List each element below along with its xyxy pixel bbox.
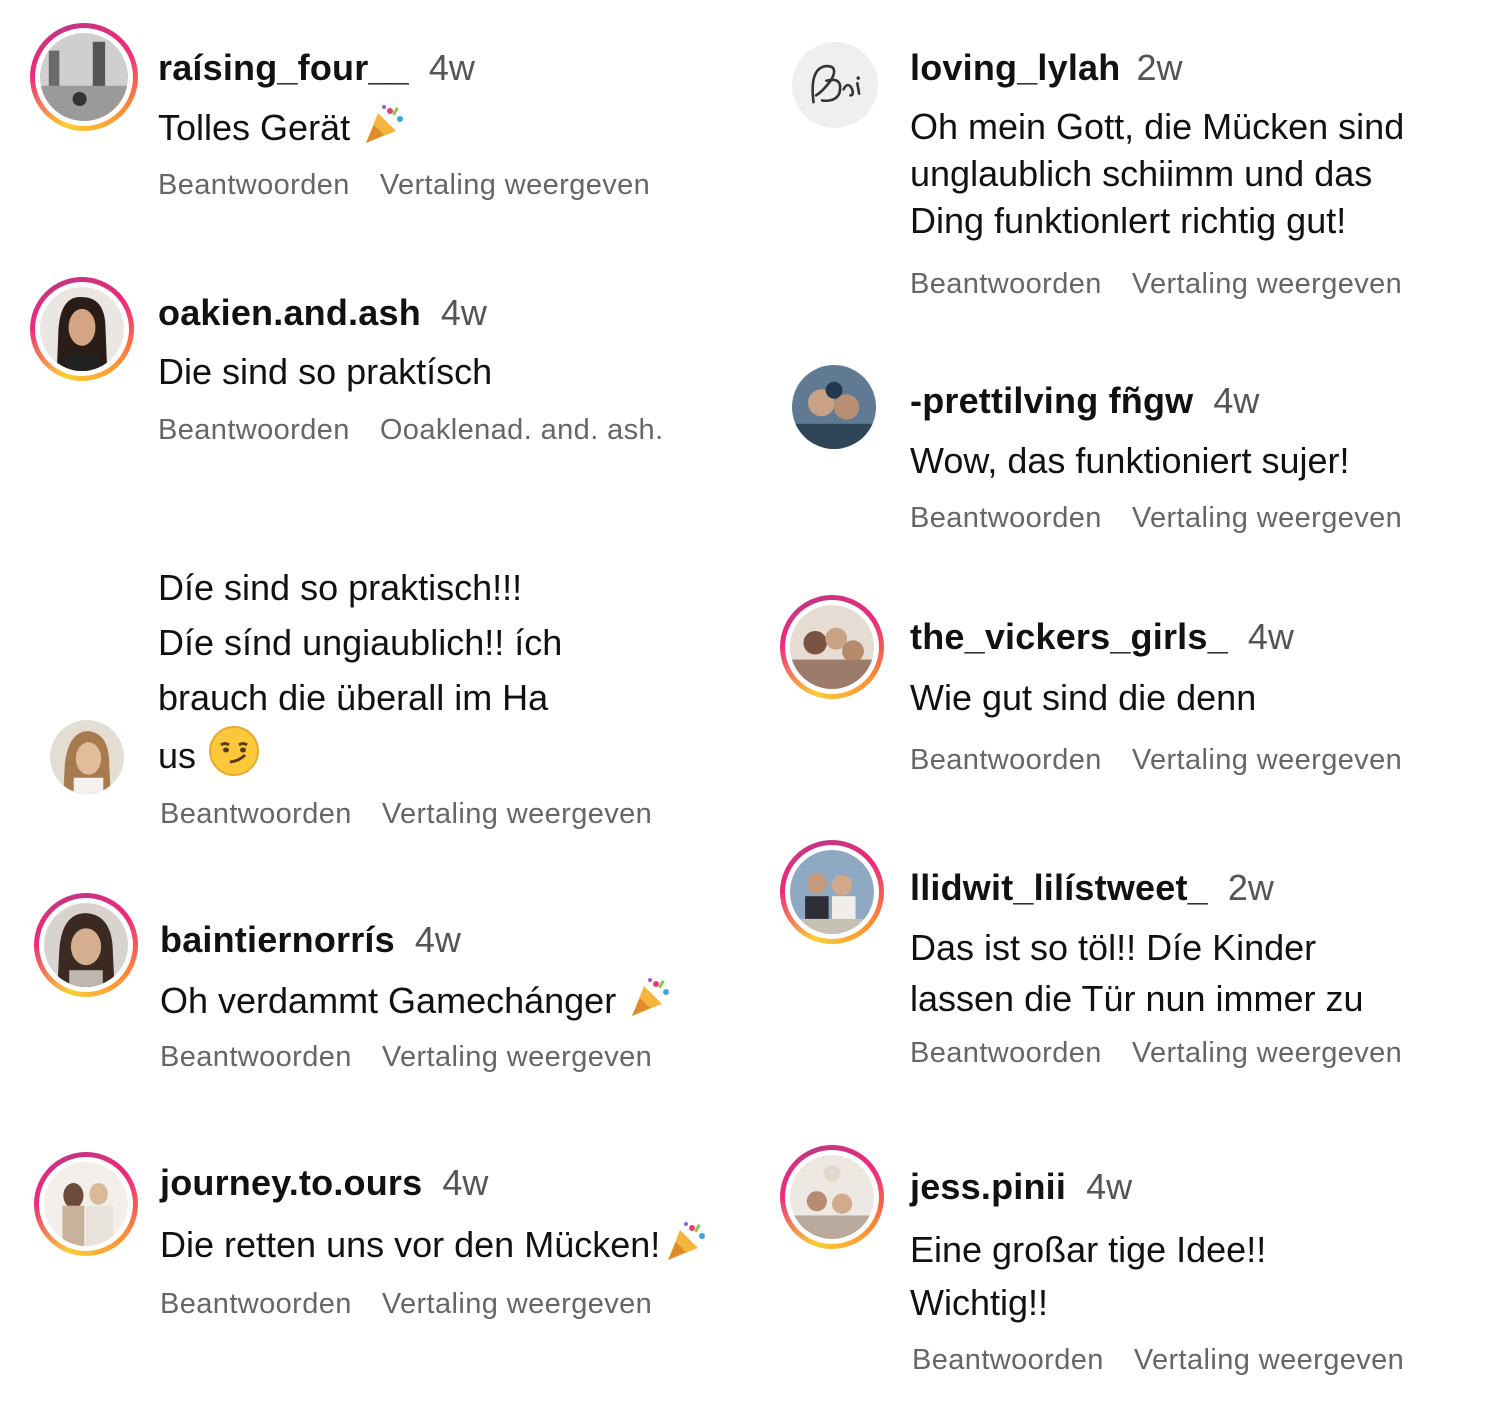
story-ring[interactable]: [30, 277, 134, 381]
reply-button[interactable]: Beantwoorden: [158, 413, 350, 447]
smirking-face-icon: [208, 725, 260, 792]
comment-text: Tolles Gerät: [158, 103, 406, 158]
timestamp: 4w: [414, 919, 461, 960]
comment-actions: Beantwoorden Vertaling weergeven: [910, 743, 1402, 777]
timestamp: 4w: [1213, 380, 1260, 421]
story-ring[interactable]: [30, 23, 138, 131]
avatar[interactable]: [792, 365, 876, 449]
timestamp: 4w: [440, 292, 487, 333]
avatar[interactable]: [44, 903, 128, 987]
story-ring[interactable]: [780, 595, 884, 699]
party-popper-icon: [664, 1220, 708, 1275]
party-popper-icon: [628, 976, 672, 1031]
reply-button[interactable]: Beantwoorden: [910, 743, 1102, 777]
comment-actions: Beantwoorden Vertaling weergeven: [160, 1287, 652, 1321]
reply-button[interactable]: Beantwoorden: [910, 267, 1102, 301]
see-translation-button[interactable]: Vertaling weergeven: [382, 1287, 652, 1321]
comment-actions: Beantwoorden Vertaling weergeven: [158, 168, 650, 202]
comment-text: Das ist so töl!! Díe Kinder lassen die T…: [910, 927, 1364, 1019]
avatar[interactable]: [792, 42, 878, 128]
party-popper-icon: [362, 103, 406, 158]
username[interactable]: llidwit_lilístweet_: [910, 867, 1208, 908]
story-ring[interactable]: [780, 840, 884, 944]
comment-actions: Beantwoorden Vertaling weergeven: [910, 501, 1402, 535]
comment-text: Wow, das funktioniert sujer!: [910, 440, 1350, 481]
username[interactable]: loving_lylah: [910, 47, 1120, 88]
see-translation-button[interactable]: Vertaling weergeven: [1132, 1036, 1402, 1070]
avatar[interactable]: [40, 33, 128, 121]
see-translation-button[interactable]: Vertaling weergeven: [382, 797, 652, 831]
see-translation-button[interactable]: Vertaling weergeven: [382, 1040, 652, 1074]
username[interactable]: jess.pinii: [910, 1166, 1066, 1207]
see-translation-button[interactable]: Vertaling weergeven: [1132, 743, 1402, 777]
timestamp: 4w: [428, 47, 475, 88]
reply-button[interactable]: Beantwoorden: [910, 1036, 1102, 1070]
comment-actions: Beantwoorden Vertaling weergeven: [912, 1343, 1404, 1377]
reply-button[interactable]: Beantwoorden: [160, 797, 352, 831]
see-translation-button[interactable]: Vertaling weergeven: [380, 168, 650, 202]
story-ring[interactable]: [34, 893, 138, 997]
story-ring[interactable]: [780, 1145, 884, 1249]
comment-text: Eine großar tige Idee!! Wichtig!!: [910, 1229, 1267, 1323]
username[interactable]: -prettilving fñgw: [910, 380, 1193, 421]
reply-button[interactable]: Beantwoorden: [912, 1343, 1104, 1377]
username[interactable]: the_vickers_girls_: [910, 616, 1228, 657]
timestamp: 2w: [1227, 867, 1274, 908]
timestamp: 2w: [1136, 47, 1183, 88]
comment-actions: Beantwoorden Ooaklenad. and. ash.: [158, 413, 664, 447]
avatar[interactable]: [50, 720, 124, 794]
comment-actions: Beantwoorden Vertaling weergeven: [910, 267, 1402, 301]
reply-button[interactable]: Beantwoorden: [160, 1040, 352, 1074]
story-ring[interactable]: [34, 1152, 138, 1256]
comment-text: Oh mein Gott, die Mücken sind unglaublic…: [910, 106, 1405, 241]
username[interactable]: journey.to.ours: [160, 1162, 422, 1203]
avatar[interactable]: [44, 1162, 128, 1246]
see-translation-button[interactable]: Vertaling weergeven: [1132, 267, 1402, 301]
username[interactable]: oakien.and.ash: [158, 292, 421, 333]
avatar[interactable]: [40, 287, 124, 371]
avatar[interactable]: [790, 850, 874, 934]
timestamp: 4w: [442, 1162, 489, 1203]
reply-button[interactable]: Beantwoorden: [158, 168, 350, 202]
reply-button[interactable]: Beantwoorden: [160, 1287, 352, 1321]
comment-text: Oh verdammt Gamechánger: [160, 976, 672, 1031]
comment-actions: Beantwoorden Vertaling weergeven: [160, 797, 652, 831]
translation-link[interactable]: Ooaklenad. and. ash.: [380, 413, 664, 447]
comment-text: Díe sind so praktisch!!! Díe sínd ungiau…: [158, 560, 562, 792]
avatar[interactable]: [790, 1155, 874, 1239]
comment-text: Wie gut sind die denn: [910, 677, 1257, 718]
timestamp: 4w: [1247, 616, 1294, 657]
comment-actions: Beantwoorden Vertaling weergeven: [910, 1036, 1402, 1070]
comment-text: Die sind so praktísch: [158, 351, 493, 392]
timestamp: 4w: [1086, 1166, 1133, 1207]
comment-text: Die retten uns vor den Mücken!: [160, 1220, 708, 1275]
see-translation-button[interactable]: Vertaling weergeven: [1132, 501, 1402, 535]
reply-button[interactable]: Beantwoorden: [910, 501, 1102, 535]
see-translation-button[interactable]: Vertaling weergeven: [1134, 1343, 1404, 1377]
avatar[interactable]: [790, 605, 874, 689]
username[interactable]: raísing_four__: [158, 47, 409, 88]
username[interactable]: baintiernorrís: [160, 919, 395, 960]
comment-actions: Beantwoorden Vertaling weergeven: [160, 1040, 652, 1074]
